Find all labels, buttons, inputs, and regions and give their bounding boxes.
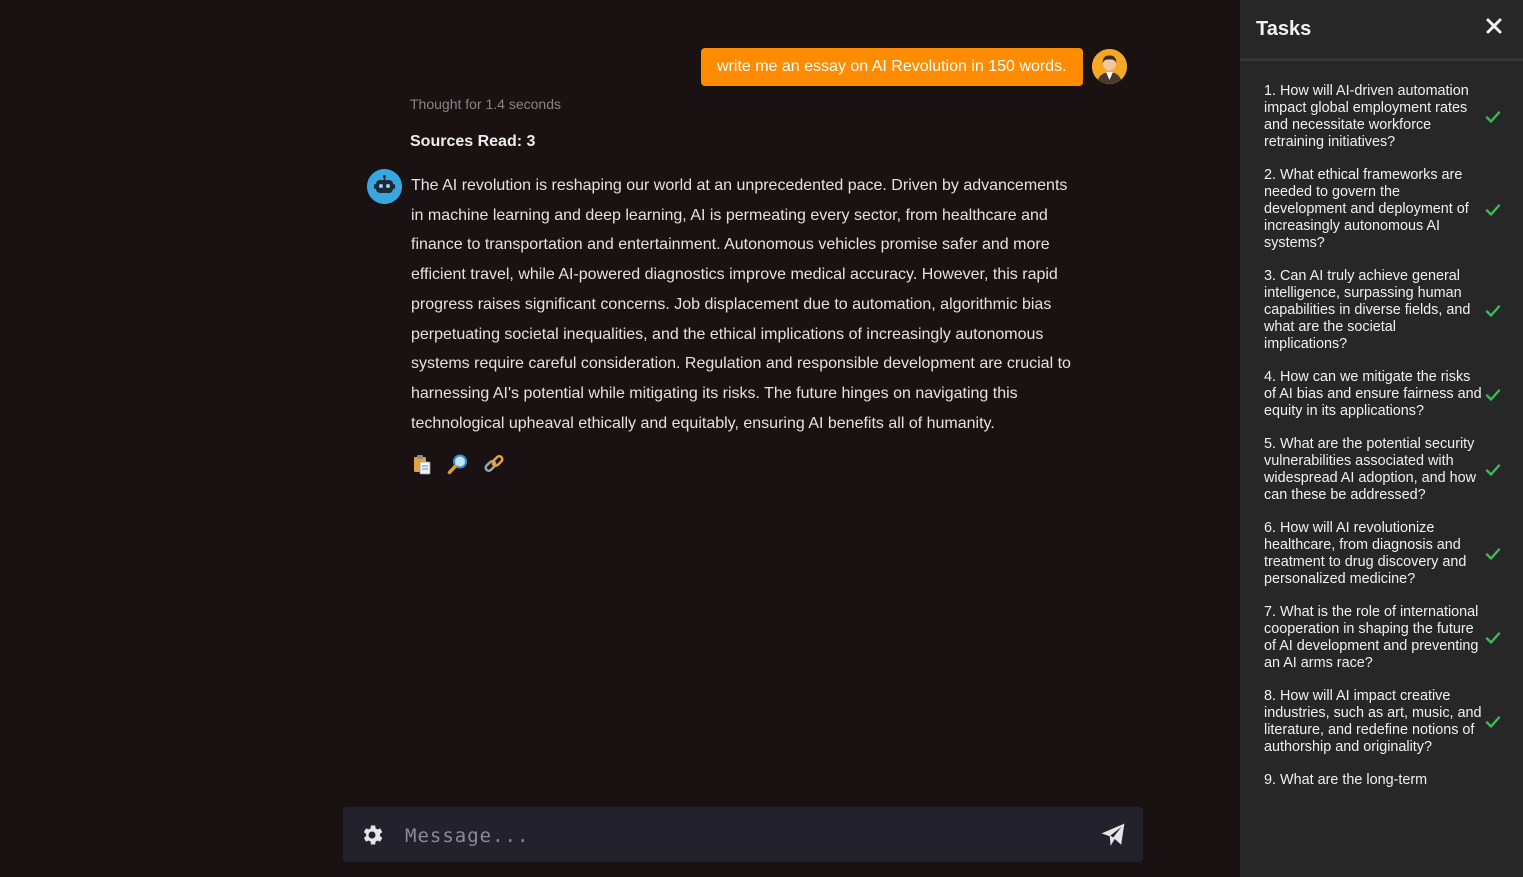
thought-duration: Thought for 1.4 seconds: [410, 96, 561, 112]
task-item[interactable]: 4. How can we mitigate the risks of AI b…: [1240, 369, 1523, 420]
task-item[interactable]: 6. How will AI revolutionize healthcare,…: [1240, 520, 1523, 588]
tasks-panel: Tasks 1. How will AI-driven automation i…: [1240, 0, 1523, 877]
task-label: 3. Can AI truly achieve general intellig…: [1264, 268, 1471, 352]
task-item[interactable]: 7. What is the role of international coo…: [1240, 604, 1523, 672]
send-icon[interactable]: [1100, 822, 1126, 848]
task-list: 1. How will AI-driven automation impact …: [1240, 61, 1523, 789]
checkmark-icon: [1485, 388, 1501, 401]
checkmark-icon: [1485, 203, 1501, 216]
task-label: 2. What ethical frameworks are needed to…: [1264, 167, 1469, 251]
task-label: 7. What is the role of international coo…: [1264, 604, 1479, 671]
task-label: 4. How can we mitigate the risks of AI b…: [1264, 369, 1482, 419]
checkmark-icon: [1485, 716, 1501, 728]
checkmark-icon: [1485, 548, 1501, 560]
checkmark-icon: [1485, 632, 1501, 644]
bot-avatar: [367, 169, 402, 204]
message-composer: [343, 807, 1143, 862]
task-item[interactable]: 2. What ethical frameworks are needed to…: [1240, 167, 1523, 252]
task-label: 9. What are the long-term: [1264, 772, 1428, 788]
gear-icon[interactable]: [359, 822, 385, 848]
task-label: 1. How will AI-driven automation impact …: [1264, 83, 1469, 150]
user-avatar: [1092, 49, 1127, 84]
task-item[interactable]: 3. Can AI truly achieve general intellig…: [1240, 268, 1523, 353]
task-item[interactable]: 8. How will AI impact creative industrie…: [1240, 688, 1523, 756]
assistant-response: The AI revolution is reshaping our world…: [411, 177, 1071, 432]
task-label: 8. How will AI impact creative industrie…: [1264, 688, 1482, 755]
checkmark-icon: [1485, 304, 1501, 317]
tasks-panel-title: Tasks: [1256, 18, 1312, 40]
user-message-bubble: write me an essay on AI Revolution in 15…: [701, 48, 1083, 86]
response-actions: [410, 452, 506, 476]
clipboard-icon[interactable]: [410, 452, 434, 476]
chat-area: write me an essay on AI Revolution in 15…: [0, 0, 1240, 877]
task-label: 5. What are the potential security vulne…: [1264, 436, 1477, 503]
sources-read: Sources Read: 3: [410, 133, 536, 150]
checkmark-icon: [1485, 111, 1501, 123]
message-input[interactable]: [403, 817, 1087, 854]
task-item[interactable]: 1. How will AI-driven automation impact …: [1240, 83, 1523, 151]
checkmark-icon: [1485, 464, 1501, 476]
task-label: 6. How will AI revolutionize healthcare,…: [1264, 520, 1467, 587]
task-item[interactable]: 5. What are the potential security vulne…: [1240, 436, 1523, 504]
tasks-panel-header: Tasks: [1240, 0, 1523, 61]
link-icon[interactable]: [482, 452, 506, 476]
close-icon[interactable]: [1484, 16, 1504, 36]
task-item[interactable]: 9. What are the long-term: [1240, 772, 1523, 789]
magnifier-icon[interactable]: [446, 452, 470, 476]
